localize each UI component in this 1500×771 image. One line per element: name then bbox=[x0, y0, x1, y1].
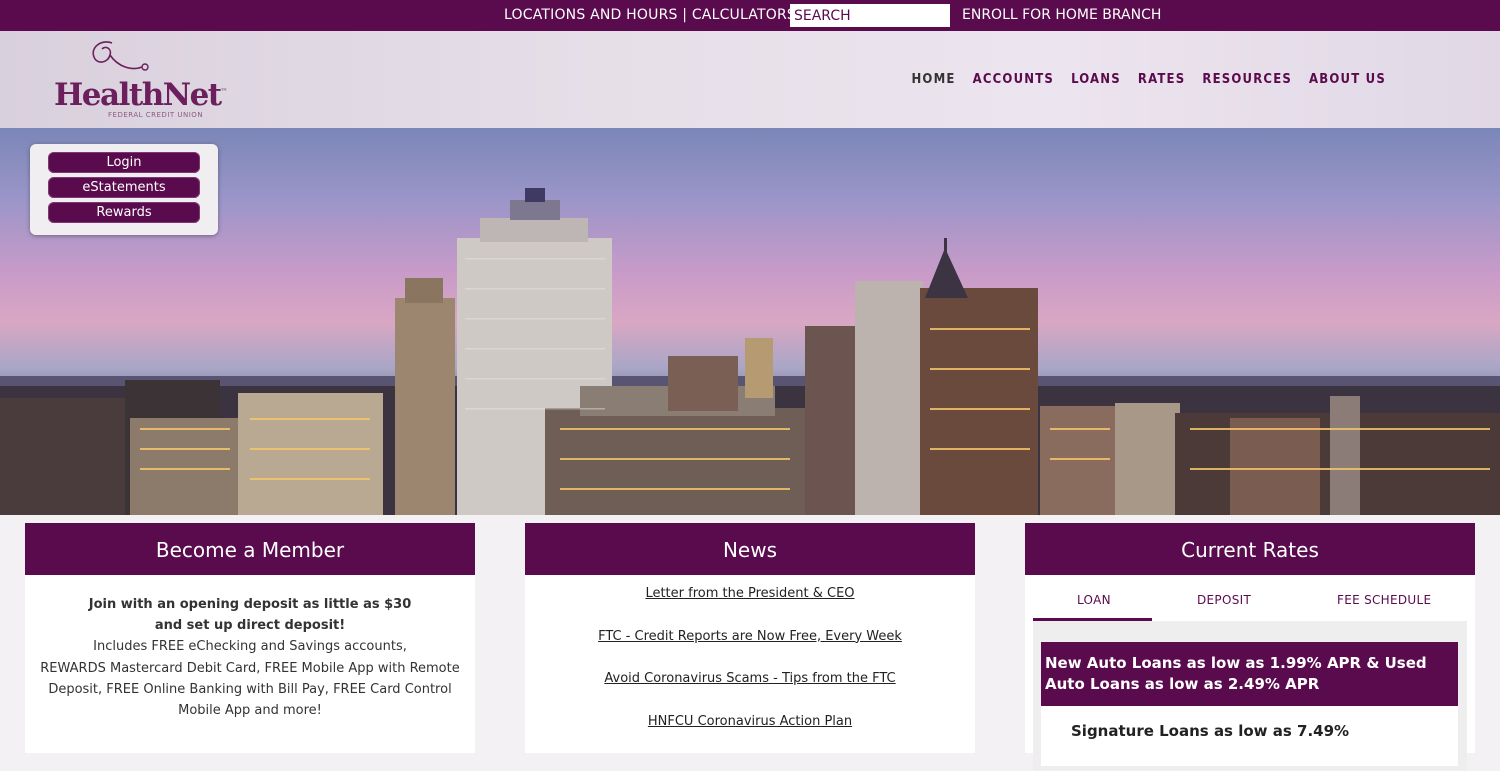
news-card: News Letter from the President & CEO FTC… bbox=[525, 523, 975, 753]
current-rates-card: Current Rates LOAN DEPOSIT FEE SCHEDULE … bbox=[1025, 523, 1475, 771]
auto-loan-line-2: Auto Loans as low as 2.49% APR bbox=[1045, 675, 1320, 693]
member-line-4: REWARDS Mastercard Debit Card, FREE Mobi… bbox=[40, 660, 460, 676]
member-line-5: Deposit, FREE Online Banking with Bill P… bbox=[48, 681, 452, 697]
site-header: HealthNet™ FEDERAL CREDIT UNION HOME ACCO… bbox=[0, 31, 1500, 128]
healthnet-logo[interactable]: HealthNet™ FEDERAL CREDIT UNION bbox=[52, 37, 228, 121]
member-line-6: Mobile App and more! bbox=[178, 703, 322, 719]
login-button[interactable]: Login bbox=[48, 152, 200, 173]
rates-card-title: Current Rates bbox=[1025, 523, 1475, 575]
nav-resources[interactable]: RESOURCES bbox=[1202, 72, 1292, 87]
locations-link[interactable]: LOCATIONS AND HOURS bbox=[504, 7, 678, 23]
news-list: Letter from the President & CEO FTC - Cr… bbox=[525, 575, 975, 756]
utility-links: LOCATIONS AND HOURS | CALCULATORS bbox=[504, 7, 796, 23]
nav-rates[interactable]: RATES bbox=[1138, 72, 1185, 87]
member-line-1: Join with an opening deposit as little a… bbox=[88, 597, 412, 612]
member-line-2: and set up direct deposit! bbox=[154, 618, 346, 634]
tab-fee-schedule[interactable]: FEE SCHEDULE bbox=[1337, 593, 1431, 607]
calculators-link[interactable]: CALCULATORS bbox=[692, 7, 796, 23]
rates-tabs: LOAN DEPOSIT FEE SCHEDULE bbox=[1033, 575, 1467, 621]
hero-city-skyline-image bbox=[0, 128, 1500, 515]
top-utility-bar: LOCATIONS AND HOURS | CALCULATORS ENROLL… bbox=[0, 0, 1500, 31]
news-link-president-letter[interactable]: Letter from the President & CEO bbox=[525, 586, 975, 629]
tab-loan[interactable]: LOAN bbox=[1077, 593, 1111, 607]
enroll-home-branch-link[interactable]: ENROLL FOR HOME BRANCH bbox=[962, 7, 1161, 23]
become-member-card: Become a Member Join with an opening dep… bbox=[25, 523, 475, 753]
member-line-3: Includes FREE eChecking and Savings acco… bbox=[93, 639, 407, 655]
search-input[interactable] bbox=[790, 4, 950, 27]
main-nav: HOME ACCOUNTS LOANS RATES RESOURCES ABOUT US bbox=[894, 72, 1386, 87]
news-link-coronavirus-scams[interactable]: Avoid Coronavirus Scams - Tips from the … bbox=[525, 671, 975, 714]
rewards-button[interactable]: Rewards bbox=[48, 202, 200, 223]
tab-deposit[interactable]: DEPOSIT bbox=[1197, 593, 1251, 607]
news-link-coronavirus-plan[interactable]: HNFCU Coronavirus Action Plan bbox=[525, 714, 975, 757]
news-link-ftc-credit-reports[interactable]: FTC - Credit Reports are Now Free, Every… bbox=[525, 629, 975, 672]
member-card-title: Become a Member bbox=[25, 523, 475, 575]
auto-loan-line-1: New Auto Loans as low as 1.99% APR & Use… bbox=[1045, 654, 1427, 672]
nav-about-us[interactable]: ABOUT US bbox=[1309, 72, 1386, 87]
news-card-title: News bbox=[525, 523, 975, 575]
estatements-button[interactable]: eStatements bbox=[48, 177, 200, 198]
auto-loan-highlight[interactable]: New Auto Loans as low as 1.99% APR & Use… bbox=[1041, 642, 1458, 706]
loan-rates-panel: New Auto Loans as low as 1.99% APR & Use… bbox=[1033, 621, 1467, 771]
quick-login-panel: Login eStatements Rewards bbox=[30, 144, 218, 235]
logo-wordmark: HealthNet™ bbox=[54, 77, 228, 113]
skyline-illustration bbox=[0, 188, 1500, 515]
logo-subtitle: FEDERAL CREDIT UNION bbox=[108, 111, 204, 119]
nav-accounts[interactable]: ACCOUNTS bbox=[973, 72, 1054, 87]
utility-separator: | bbox=[677, 7, 692, 23]
nav-home[interactable]: HOME bbox=[911, 72, 955, 87]
nav-loans[interactable]: LOANS bbox=[1071, 72, 1121, 87]
signature-loan-rate: Signature Loans as low as 7.49% bbox=[1041, 706, 1458, 766]
member-card-body: Join with an opening deposit as little a… bbox=[25, 575, 475, 721]
